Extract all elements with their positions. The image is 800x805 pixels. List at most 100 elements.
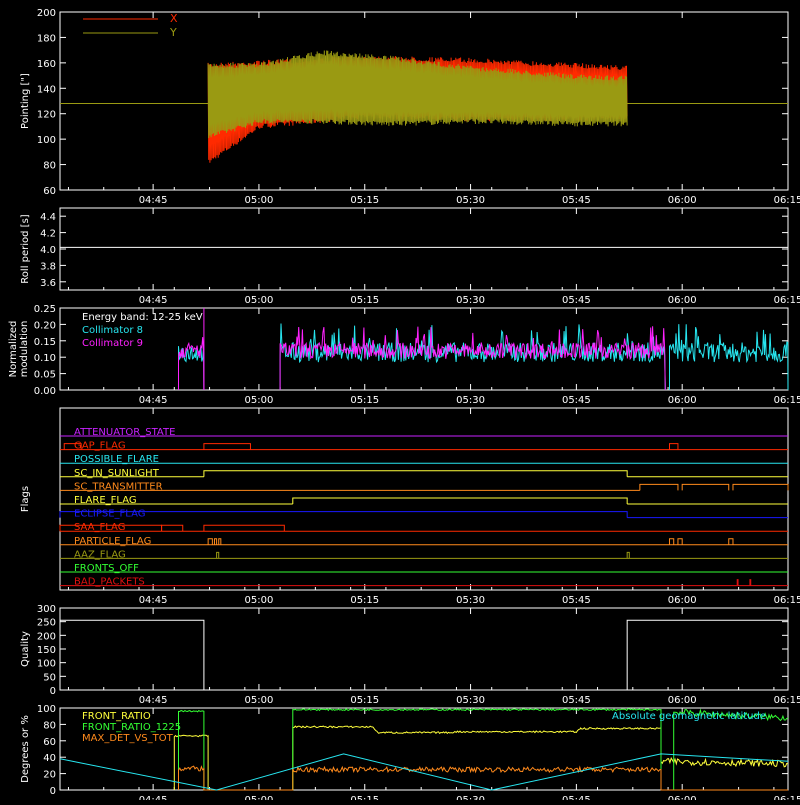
x-tick-label: 06:15	[774, 395, 800, 406]
y-tick-label: 0.15	[34, 337, 56, 348]
x-tick-label: 04:45	[139, 195, 168, 206]
legend-label: FRONT_RATIO_1225	[82, 722, 181, 733]
annotation-energy-band: Energy band: 12-25 keV	[82, 312, 203, 323]
legend-label: Absolute geomagnetic latitude	[612, 711, 766, 722]
x-tick-label: 05:45	[562, 795, 591, 800]
flag-flare_flag-high	[292, 497, 628, 504]
legend-label: Y	[169, 26, 177, 39]
y-tick-label: 4.0	[40, 245, 56, 256]
y-tick-label: 60	[43, 186, 56, 197]
flag-sc_transmitter-high	[732, 483, 789, 491]
x-tick-label: 05:00	[245, 595, 274, 606]
flag-gap_flag-high	[203, 443, 251, 450]
flag-label-flare_flag: FLARE_FLAG	[74, 495, 137, 506]
x-tick-label: 05:30	[456, 695, 485, 706]
flag-particle_flag-high	[728, 538, 734, 545]
x-tick-label: 05:45	[562, 595, 591, 606]
figure-canvas: 04:45 05:00 05:15 05:30 05:45 06:00 06:15 60 80 1…	[8, 8, 800, 805]
y-tick-label: 3.6	[40, 278, 56, 289]
x-tick-label: 05:00	[245, 395, 274, 406]
flag-label-saa_flag: SAA_FLAG	[74, 522, 125, 533]
flag-aaz_flag-high	[216, 551, 220, 559]
x-tick-label: 05:45	[562, 295, 591, 306]
x-tick-label: 05:45	[562, 695, 591, 706]
x-tick-label: 06:00	[668, 295, 697, 306]
y-axis-label: Quality	[20, 631, 31, 667]
x-tick-label: 05:45	[562, 395, 591, 406]
x-tick-label: 05:15	[350, 595, 379, 606]
y-axis-label: Degrees or %	[20, 715, 31, 783]
y-tick-label: 60	[43, 737, 56, 748]
y-tick-label: 40	[43, 753, 56, 764]
y-tick-label: 0.25	[34, 304, 56, 315]
y-tick-label: 100	[37, 135, 56, 146]
flag-label-eclipse_flag: ECLIPSE_FLAG	[74, 509, 145, 520]
series-collimator-8-trace	[668, 324, 789, 391]
x-tick-label: 05:30	[456, 795, 485, 800]
quality-trace	[60, 619, 788, 691]
x-tick-label: 04:45	[139, 695, 168, 706]
y-tick-label: 140	[37, 84, 56, 95]
x-tick-label: 06:15	[774, 295, 800, 306]
y-tick-label: 0.05	[34, 370, 56, 381]
flag-particle_flag-high	[218, 538, 222, 545]
flag-saa_flag-high	[203, 524, 285, 532]
flag-sc_transmitter-high	[681, 483, 730, 491]
y-tick-label: 0	[50, 686, 56, 697]
x-tick-label: 05:00	[245, 295, 274, 306]
legend-label: Collimator 8	[82, 325, 143, 336]
flag-sc_transmitter-high	[639, 483, 679, 491]
y-axis-label: modulation	[19, 321, 30, 378]
x-tick-label: 06:15	[774, 595, 800, 606]
flag-bad_packets-high	[749, 579, 752, 586]
y-tick-label: 180	[37, 33, 56, 44]
flag-label-attenuator_state: ATTENUATOR_STATE	[74, 427, 175, 438]
y-tick-label: 200	[37, 631, 56, 642]
x-tick-label: 06:00	[668, 595, 697, 606]
legend-label: MAX_DET_VS_TOT	[82, 733, 174, 744]
flag-label-particle_flag: PARTICLE_FLAG	[74, 536, 151, 547]
flag-particle_flag-high	[207, 538, 213, 545]
flag-particle_flag-high	[668, 538, 675, 545]
flag-label-possible_flare: POSSIBLE_FLARE	[74, 454, 159, 465]
flag-aaz_flag-high	[626, 551, 630, 559]
y-tick-label: 150	[37, 645, 56, 656]
flag-label-fronts_off: FRONTS_OFF	[74, 563, 139, 574]
y-axis-label: Normalized	[8, 321, 19, 378]
y-tick-label: 0.10	[34, 353, 56, 364]
panel-frame-roll	[59, 207, 789, 291]
series-collimator-9-trace	[279, 326, 666, 391]
y-tick-label: 80	[43, 720, 56, 731]
x-tick-label: 06:00	[668, 195, 697, 206]
y-tick-label: 160	[37, 59, 56, 70]
x-tick-label: 06:15	[774, 695, 800, 706]
y-tick-label: 20	[43, 770, 56, 781]
flag-label-gap_flag: GAP_FLAG	[74, 441, 126, 452]
x-tick-label: 05:15	[350, 695, 379, 706]
y-tick-label: 300	[37, 604, 56, 615]
flag-particle_flag-high	[677, 538, 683, 545]
legend-label: FRONT_RATIO	[82, 711, 151, 722]
y-tick-label: 0	[50, 786, 56, 797]
y-tick-label: 120	[37, 110, 56, 121]
flag-label-bad_packets: BAD_PACKETS	[74, 577, 145, 588]
y-axis-label: Pointing ["]	[20, 73, 31, 129]
series-collimator-9-trace	[177, 337, 205, 391]
x-tick-label: 04:45	[139, 795, 168, 800]
flag-gap_flag-high	[668, 443, 679, 450]
y-tick-label: 200	[37, 8, 56, 19]
flag-label-aaz_flag: AAZ_FLAG	[74, 549, 126, 560]
y-tick-label: 4.4	[40, 212, 56, 223]
y-tick-label: 0.20	[34, 320, 56, 331]
x-tick-label: 05:00	[245, 195, 274, 206]
x-tick-label: 04:45	[139, 395, 168, 406]
x-tick-label: 05:15	[350, 395, 379, 406]
x-tick-label: 05:15	[350, 795, 379, 800]
x-tick-label: 06:15	[774, 195, 800, 206]
y-tick-label: 0.00	[34, 386, 56, 397]
series-front_ratio-trace	[173, 725, 789, 791]
flag-bad_packets-high	[736, 579, 739, 586]
y-axis-label: Roll period [s]	[20, 214, 31, 283]
x-tick-label: 05:30	[456, 195, 485, 206]
x-tick-label: 04:45	[139, 295, 168, 306]
